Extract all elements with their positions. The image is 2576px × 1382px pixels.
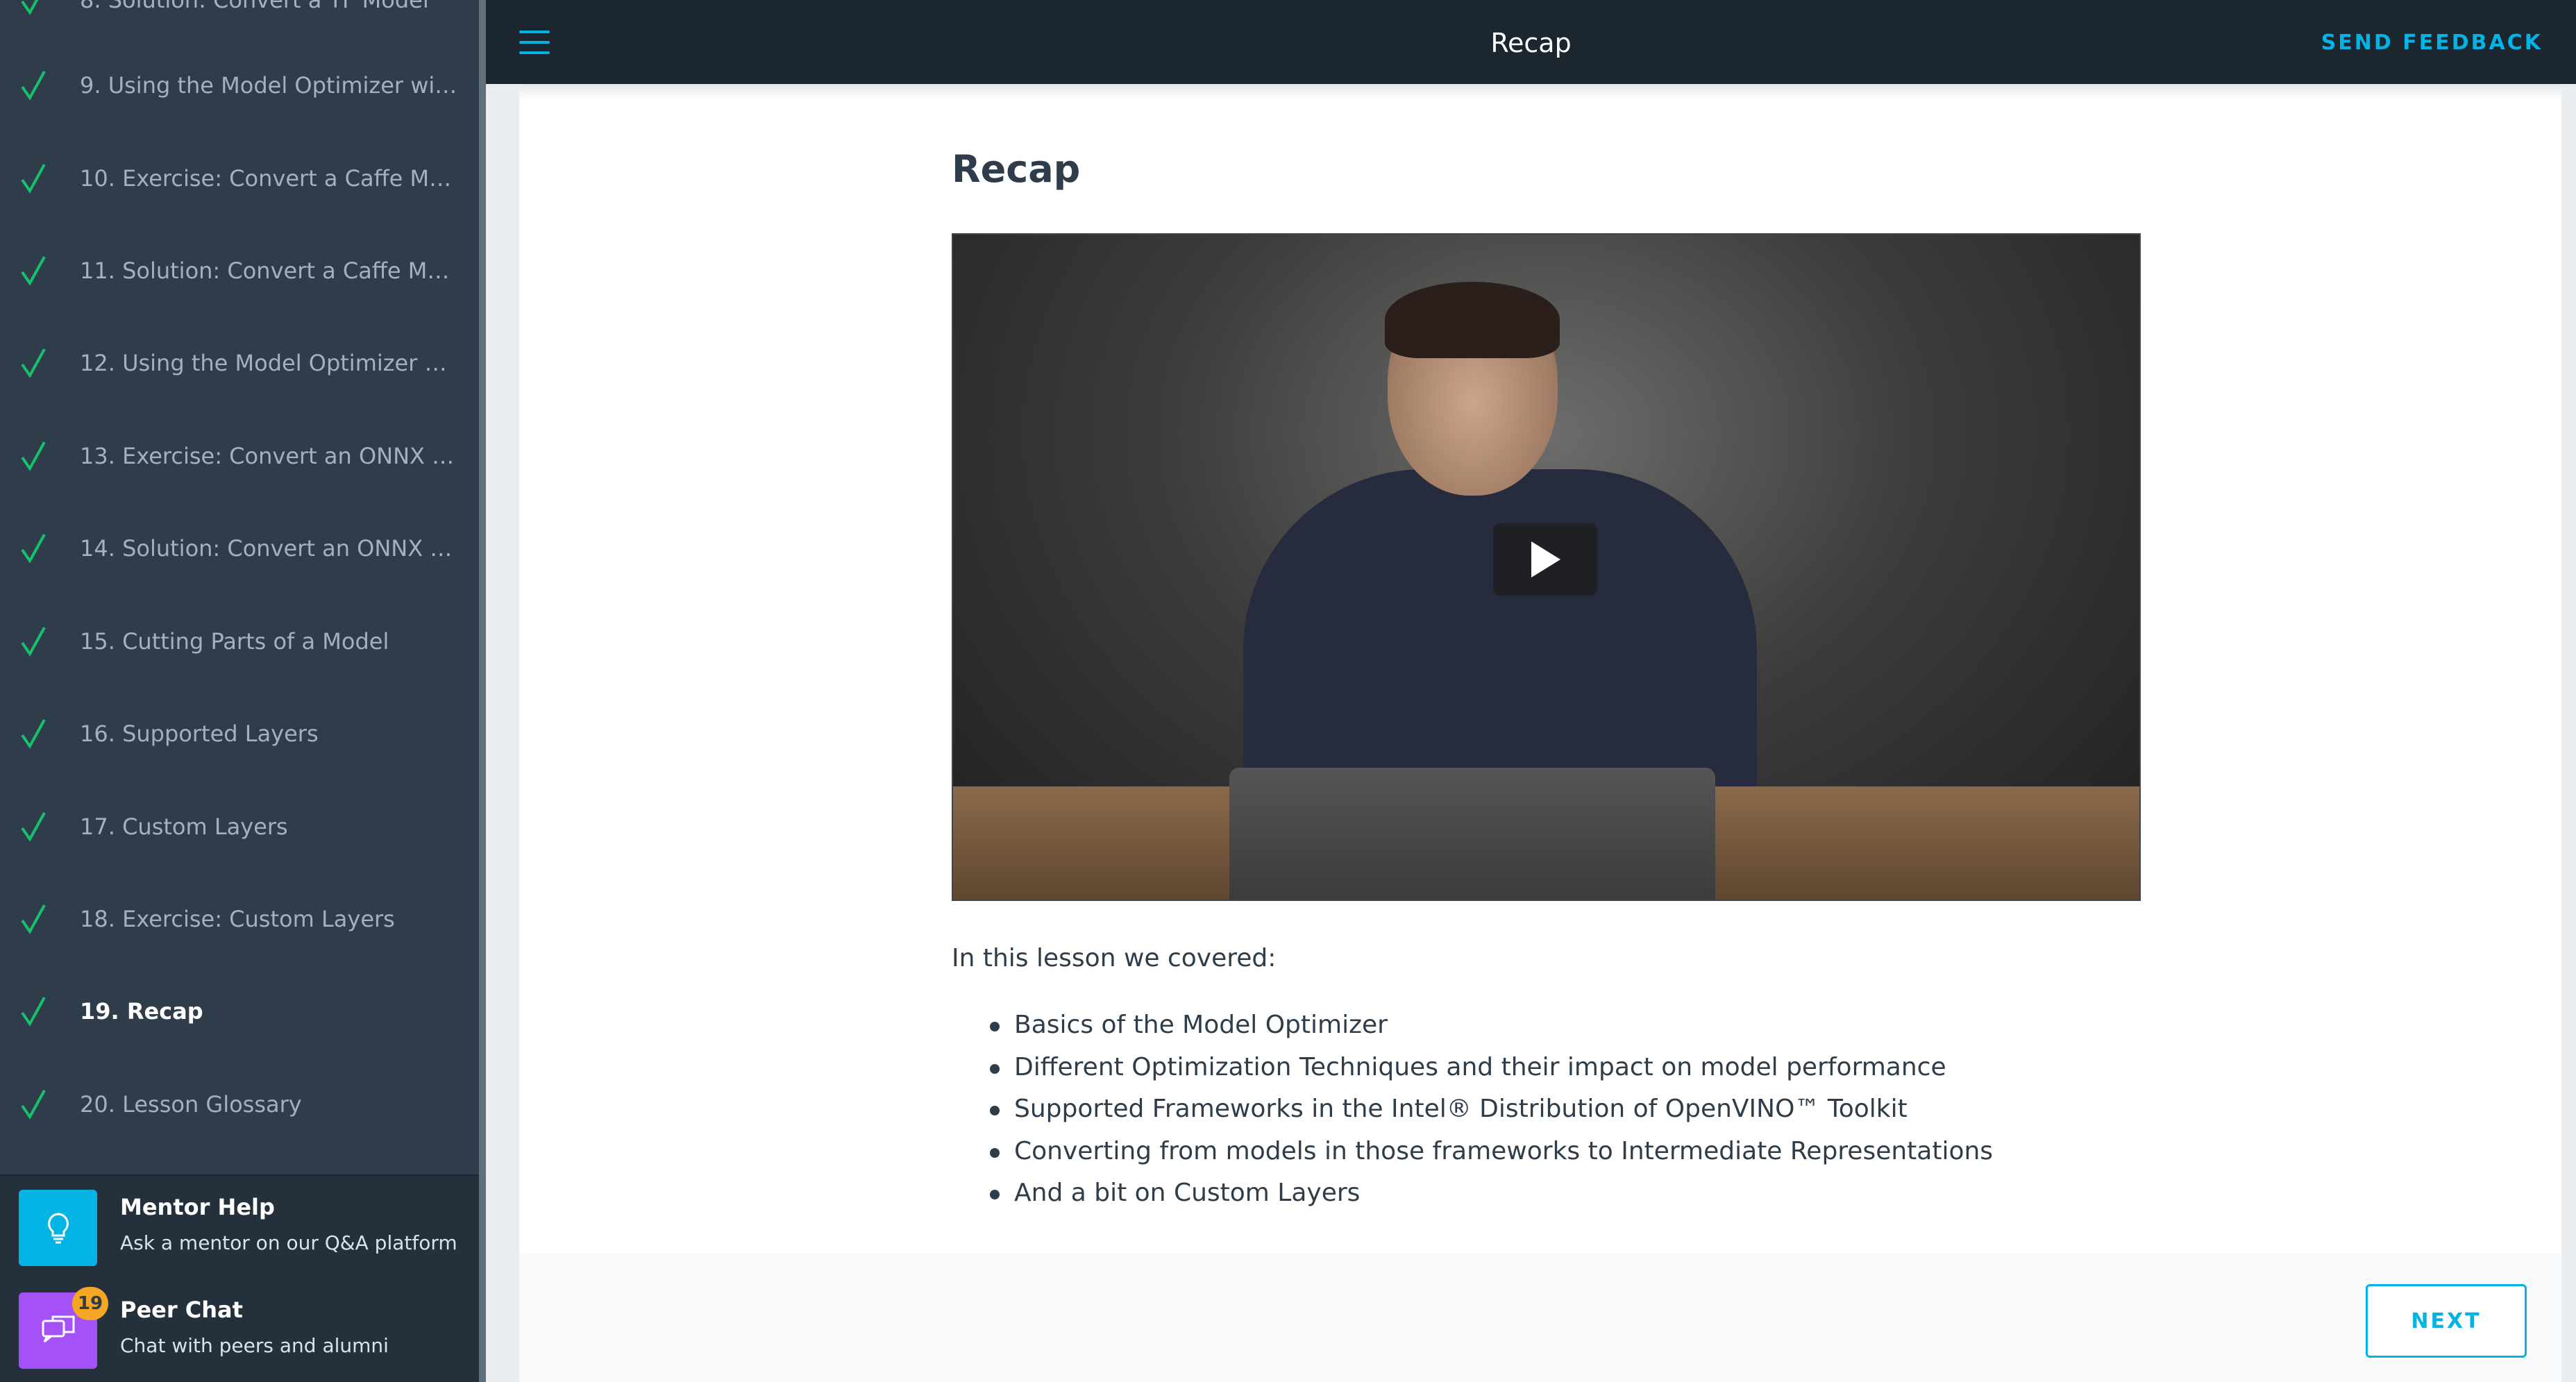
list-item: Basics of the Model Optimizer	[986, 1008, 1993, 1050]
concept-title: Recap	[952, 147, 1081, 191]
send-feedback-button[interactable]: SEND FEEDBACK	[2321, 31, 2543, 55]
lightbulb-icon	[19, 1190, 97, 1266]
mentor-help-title: Mentor Help	[120, 1194, 275, 1220]
lesson-item-20[interactable]: 20. Lesson Glossary	[0, 1058, 479, 1150]
checkmark-icon	[19, 995, 47, 1028]
lesson-label: 18. Exercise: Custom Layers	[80, 905, 395, 932]
lesson-label: 17. Custom Layers	[80, 813, 288, 840]
lesson-item-9[interactable]: 9. Using the Model Optimizer with ...	[0, 39, 479, 131]
lesson-label: 15. Cutting Parts of a Model	[80, 627, 389, 655]
lesson-label: 8. Solution: Convert a TF Model	[80, 0, 462, 13]
list-item: Different Optimization Techniques and th…	[986, 1050, 1993, 1093]
sidebar: 8. Solution: Convert a TF Model 9. Using…	[0, 0, 479, 1382]
video-frame-hair	[1385, 282, 1560, 358]
lesson-label: 9. Using the Model Optimizer with ...	[80, 71, 462, 99]
lesson-item-18[interactable]: 18. Exercise: Custom Layers	[0, 873, 479, 965]
lesson-label: 12. Using the Model Optimizer with ...	[80, 349, 462, 376]
lesson-label: 14. Solution: Convert an ONNX Model	[80, 534, 462, 562]
recap-list: Basics of the Model Optimizer Different …	[986, 1008, 1993, 1218]
lesson-item-16[interactable]: 16. Supported Layers	[0, 687, 479, 780]
lesson-item-12[interactable]: 12. Using the Model Optimizer with ...	[0, 317, 479, 409]
mentor-help-subtitle: Ask a mentor on our Q&A platform	[120, 1231, 457, 1254]
lesson-item-13[interactable]: 13. Exercise: Convert an ONNX Model	[0, 410, 479, 502]
lesson-label: 20. Lesson Glossary	[80, 1090, 302, 1118]
checkmark-icon	[19, 625, 47, 658]
lesson-item-11[interactable]: 11. Solution: Convert a Caffe Model	[0, 224, 479, 317]
sidebar-resize-handle[interactable]	[479, 0, 486, 1382]
checkmark-icon	[19, 162, 47, 195]
list-item: Supported Frameworks in the Intel® Distr…	[986, 1092, 1993, 1134]
checkmark-icon	[19, 1088, 47, 1121]
bottom-nav-bar	[519, 1254, 2561, 1382]
play-icon[interactable]	[1493, 523, 1597, 596]
lesson-label: 10. Exercise: Convert a Caffe Model	[80, 165, 462, 192]
checkmark-icon	[19, 810, 47, 843]
intro-text: In this lesson we covered:	[952, 944, 1277, 972]
video-frame-laptop	[1229, 768, 1715, 901]
checkmark-icon	[19, 254, 47, 287]
mentor-help-card[interactable]: Mentor Help Ask a mentor on our Q&A plat…	[0, 1176, 479, 1279]
checkmark-icon	[19, 69, 47, 102]
video-player[interactable]	[952, 233, 2141, 901]
checkmark-icon	[19, 0, 47, 17]
lesson-item-14[interactable]: 14. Solution: Convert an ONNX Model	[0, 502, 479, 594]
lesson-item-19[interactable]: 19. Recap	[0, 965, 479, 1057]
lesson-label: 16. Supported Layers	[80, 720, 319, 747]
page-header-title: Recap	[1490, 28, 1572, 58]
next-button[interactable]: NEXT	[2366, 1284, 2527, 1358]
header-shadow	[519, 84, 2561, 101]
lesson-label: 13. Exercise: Convert an ONNX Model	[80, 442, 462, 469]
checkmark-icon	[19, 346, 47, 380]
content-gutter-left	[486, 84, 519, 1382]
list-item: Converting from models in those framewor…	[986, 1134, 1993, 1177]
peer-chat-title: Peer Chat	[120, 1297, 243, 1323]
checkmark-icon	[19, 902, 47, 936]
checkmark-icon	[19, 439, 47, 473]
lesson-list: 8. Solution: Convert a TF Model 9. Using…	[0, 0, 479, 1174]
lesson-item-15[interactable]: 15. Cutting Parts of a Model	[0, 595, 479, 687]
sidebar-footer: Mentor Help Ask a mentor on our Q&A plat…	[0, 1174, 479, 1382]
unread-count-badge: 19	[72, 1287, 108, 1320]
lesson-item-17[interactable]: 17. Custom Layers	[0, 780, 479, 873]
peer-chat-card[interactable]: 19 Peer Chat Chat with peers and alumni	[0, 1279, 479, 1381]
top-bar: Recap SEND FEEDBACK	[486, 0, 2576, 84]
content-gutter-right	[2561, 84, 2576, 1382]
checkmark-icon	[19, 532, 47, 565]
peer-chat-subtitle: Chat with peers and alumni	[120, 1334, 389, 1357]
checkmark-icon	[19, 717, 47, 750]
list-item: And a bit on Custom Layers	[986, 1176, 1993, 1218]
lesson-label: 11. Solution: Convert a Caffe Model	[80, 257, 462, 284]
lesson-item-10[interactable]: 10. Exercise: Convert a Caffe Model	[0, 132, 479, 224]
lesson-label: 19. Recap	[80, 997, 203, 1025]
